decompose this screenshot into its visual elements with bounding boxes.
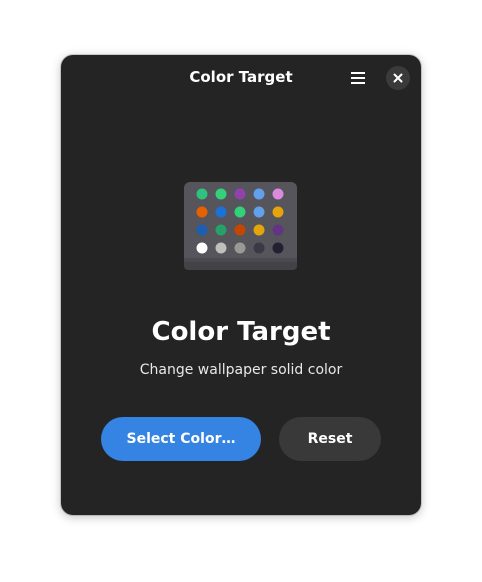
- palette-swatch: [253, 224, 265, 236]
- app-window: Color Target Color Target Change wallpap…: [61, 55, 421, 515]
- palette-swatch: [215, 242, 227, 254]
- hamburger-menu-icon: [351, 72, 365, 84]
- palette-swatch: [234, 242, 246, 254]
- palette-swatch: [196, 206, 208, 218]
- palette-swatch: [234, 224, 246, 236]
- main-menu-button[interactable]: [345, 66, 371, 90]
- select-color-button[interactable]: Select Color…: [101, 417, 261, 461]
- app-description: Change wallpaper solid color: [139, 362, 343, 378]
- reset-button[interactable]: Reset: [279, 417, 381, 461]
- palette-swatch: [253, 206, 265, 218]
- palette-swatch: [196, 224, 208, 236]
- header-bar: Color Target: [61, 55, 421, 101]
- palette-swatch: [196, 188, 208, 200]
- palette-swatch: [215, 188, 227, 200]
- palette-swatch: [196, 242, 208, 254]
- palette-swatch: [272, 224, 284, 236]
- close-button[interactable]: [386, 66, 410, 90]
- palette-swatch: [215, 224, 227, 236]
- palette-swatch: [215, 206, 227, 218]
- palette-swatch: [234, 188, 246, 200]
- color-palette-icon: [184, 182, 297, 270]
- palette-swatch: [272, 188, 284, 200]
- palette-swatch: [253, 188, 265, 200]
- palette-swatch: [272, 242, 284, 254]
- app-name: Color Target: [151, 317, 331, 347]
- close-icon: [393, 73, 403, 83]
- palette-swatch: [272, 206, 284, 218]
- palette-swatch: [234, 206, 246, 218]
- palette-swatch: [253, 242, 265, 254]
